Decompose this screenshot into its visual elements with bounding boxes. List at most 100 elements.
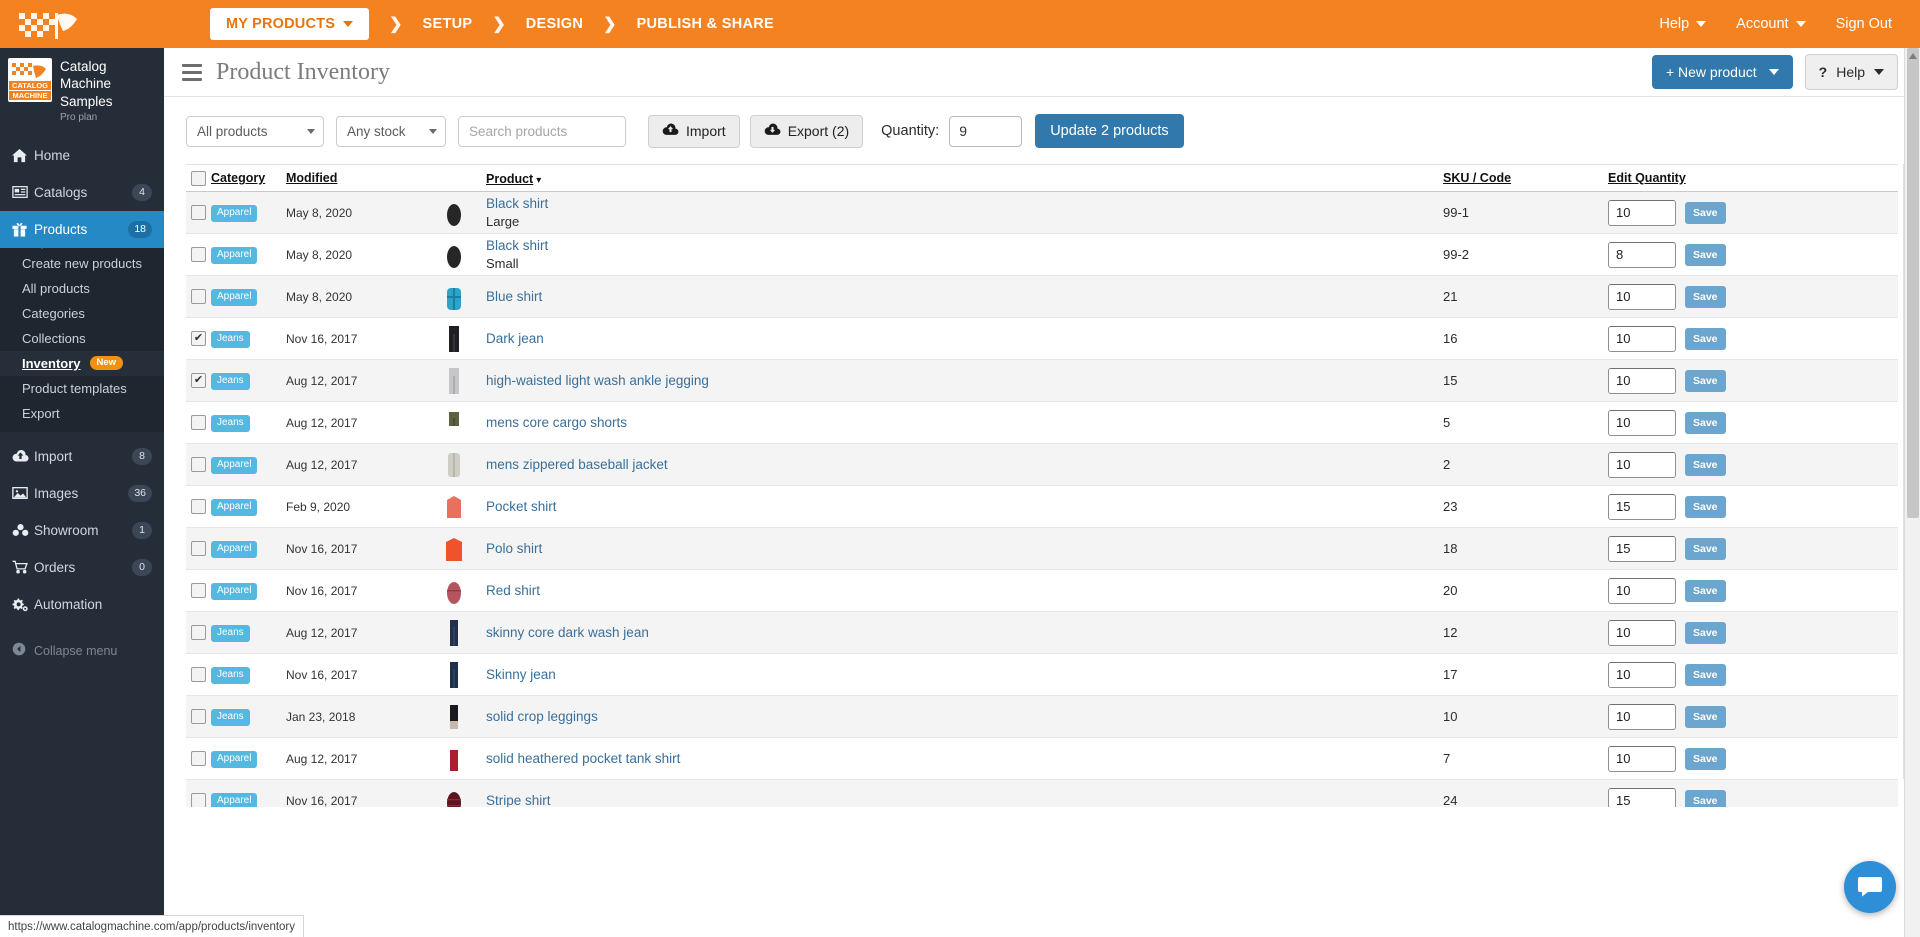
product-name-link[interactable]: mens zippered baseball jacket	[486, 457, 1443, 472]
row-save-button[interactable]: Save	[1685, 327, 1726, 350]
product-name-link[interactable]: Stripe shirt	[486, 793, 1443, 807]
category-tag[interactable]: Jeans	[211, 415, 250, 432]
bulk-quantity-input[interactable]	[949, 115, 1023, 147]
row-quantity-input[interactable]	[1608, 577, 1676, 604]
breadcrumb-design[interactable]: DESIGN	[526, 16, 583, 32]
sidebar-item-products[interactable]: Products 18	[0, 210, 164, 248]
new-product-button[interactable]: + New product	[1651, 55, 1793, 89]
product-name-link[interactable]: high-waisted light wash ankle jegging	[486, 373, 1443, 388]
row-save-button[interactable]: Save	[1685, 411, 1726, 434]
page-scroll-up-icon[interactable]	[1909, 53, 1917, 59]
row-save-button[interactable]: Save	[1685, 243, 1726, 266]
row-quantity-input[interactable]	[1608, 241, 1676, 268]
row-checkbox[interactable]	[191, 205, 206, 220]
row-checkbox[interactable]	[191, 667, 206, 682]
help-button[interactable]: ? Help	[1804, 54, 1898, 90]
row-checkbox[interactable]	[191, 499, 206, 514]
category-tag[interactable]: Apparel	[211, 247, 258, 264]
import-button[interactable]: Import	[648, 114, 740, 148]
row-checkbox[interactable]	[191, 247, 206, 262]
row-quantity-input[interactable]	[1608, 535, 1676, 562]
row-save-button[interactable]: Save	[1685, 495, 1726, 518]
sidebar-item-product-templates[interactable]: Product templates	[0, 376, 164, 401]
breadcrumb-publish-share[interactable]: PUBLISH & SHARE	[637, 16, 774, 32]
product-filter-select[interactable]: All products	[186, 115, 324, 147]
table-row[interactable]: Jeans Aug 12, 2017 mens core cargo shorts 5…	[186, 402, 1898, 444]
row-save-button[interactable]: Save	[1685, 369, 1726, 392]
table-row[interactable]: Apparel May 8, 2020 Black shirt Small 99-2 Sa…	[186, 234, 1898, 276]
category-tag[interactable]: Apparel	[211, 583, 258, 600]
row-quantity-input[interactable]	[1608, 703, 1676, 730]
row-quantity-input[interactable]	[1608, 199, 1676, 226]
table-row[interactable]: Apparel Nov 16, 2017 Red shirt20 Save	[186, 570, 1898, 612]
sidebar-item-all-products[interactable]: All products	[0, 276, 164, 301]
table-row[interactable]: Apparel May 8, 2020 Black shirt Large 99-1 Sa…	[186, 192, 1898, 234]
row-quantity-input[interactable]	[1608, 619, 1676, 646]
table-row[interactable]: Apparel Aug 12, 2017 mens zippered basebal…	[186, 444, 1898, 486]
sidebar-item-automation[interactable]: Automation	[0, 586, 164, 623]
sidebar-item-collections[interactable]: Collections	[0, 326, 164, 351]
row-checkbox[interactable]	[191, 751, 206, 766]
row-quantity-input[interactable]	[1608, 451, 1676, 478]
row-quantity-input[interactable]	[1608, 745, 1676, 772]
product-name-link[interactable]: Blue shirt	[486, 289, 1443, 304]
row-checkbox[interactable]	[191, 709, 206, 724]
sign-out-link[interactable]: Sign Out	[1836, 16, 1892, 32]
row-save-button[interactable]: Save	[1685, 789, 1726, 807]
table-row[interactable]: Apparel May 8, 2020 Blue shirt21 Save	[186, 276, 1898, 318]
column-header-sku[interactable]: SKU / Code	[1443, 171, 1608, 185]
sidebar-item-catalogs[interactable]: Catalogs 4	[0, 174, 164, 211]
row-save-button[interactable]: Save	[1685, 579, 1726, 602]
category-tag[interactable]: Apparel	[211, 457, 258, 474]
search-input[interactable]	[458, 115, 626, 147]
category-tag[interactable]: Apparel	[211, 289, 258, 306]
row-quantity-input[interactable]	[1608, 787, 1676, 807]
sidebar-item-inventory[interactable]: Inventory New	[0, 350, 164, 376]
row-save-button[interactable]: Save	[1685, 747, 1726, 770]
column-header-category[interactable]: Category	[211, 171, 286, 185]
row-save-button[interactable]: Save	[1685, 621, 1726, 644]
row-quantity-input[interactable]	[1608, 493, 1676, 520]
row-quantity-input[interactable]	[1608, 661, 1676, 688]
stock-filter-select[interactable]: Any stock	[336, 115, 446, 147]
row-checkbox[interactable]	[191, 541, 206, 556]
table-row[interactable]: Apparel Nov 16, 2017 Stripe shirt24 Save	[186, 780, 1898, 807]
table-row[interactable]: Jeans Aug 12, 2017 high-waisted light wash…	[186, 360, 1898, 402]
product-name-link[interactable]: solid heathered pocket tank shirt	[486, 751, 1443, 766]
row-save-button[interactable]: Save	[1685, 705, 1726, 728]
category-tag[interactable]: Jeans	[211, 625, 250, 642]
row-save-button[interactable]: Save	[1685, 285, 1726, 308]
category-tag[interactable]: Jeans	[211, 667, 250, 684]
table-row[interactable]: Apparel Nov 16, 2017 Polo shirt18 Save	[186, 528, 1898, 570]
product-name-link[interactable]: mens core cargo shorts	[486, 415, 1443, 430]
sidebar-item-showroom[interactable]: Showroom 1	[0, 512, 164, 549]
product-name-link[interactable]: Pocket shirt	[486, 499, 1443, 514]
chat-widget-button[interactable]	[1844, 861, 1896, 913]
row-save-button[interactable]: Save	[1685, 453, 1726, 476]
table-row[interactable]: Apparel Feb 9, 2020 Pocket shirt23 Save	[186, 486, 1898, 528]
product-name-link[interactable]: solid crop leggings	[486, 709, 1443, 724]
sidebar-item-create-new-products[interactable]: Create new products	[0, 251, 164, 276]
column-header-edit-quantity[interactable]: Edit Quantity	[1608, 171, 1898, 185]
update-products-button[interactable]: Update 2 products	[1035, 114, 1184, 148]
page-scrollbar[interactable]	[1904, 48, 1920, 937]
select-all-checkbox[interactable]	[191, 170, 206, 186]
sidebar-item-import[interactable]: Import 8	[0, 438, 164, 475]
sidebar-account-header[interactable]: CATALOG MACHINE Catalog Machine Samples …	[0, 48, 164, 137]
row-checkbox[interactable]	[191, 625, 206, 640]
row-checkbox[interactable]	[191, 331, 206, 346]
collapse-menu-button[interactable]: Collapse menu	[0, 633, 164, 669]
category-tag[interactable]: Apparel	[211, 751, 258, 768]
category-tag[interactable]: Apparel	[211, 793, 258, 807]
row-quantity-input[interactable]	[1608, 325, 1676, 352]
category-tag[interactable]: Apparel	[211, 499, 258, 516]
top-account-menu[interactable]: Account	[1736, 16, 1806, 32]
sidebar-item-home[interactable]: Home	[0, 137, 164, 174]
brand-logo-icon[interactable]	[0, 0, 100, 48]
row-quantity-input[interactable]	[1608, 367, 1676, 394]
row-save-button[interactable]: Save	[1685, 201, 1726, 224]
sidebar-item-orders[interactable]: Orders 0	[0, 549, 164, 586]
product-name-link[interactable]: Dark jean	[486, 331, 1443, 346]
row-save-button[interactable]: Save	[1685, 537, 1726, 560]
column-header-product[interactable]: Product	[486, 172, 533, 186]
